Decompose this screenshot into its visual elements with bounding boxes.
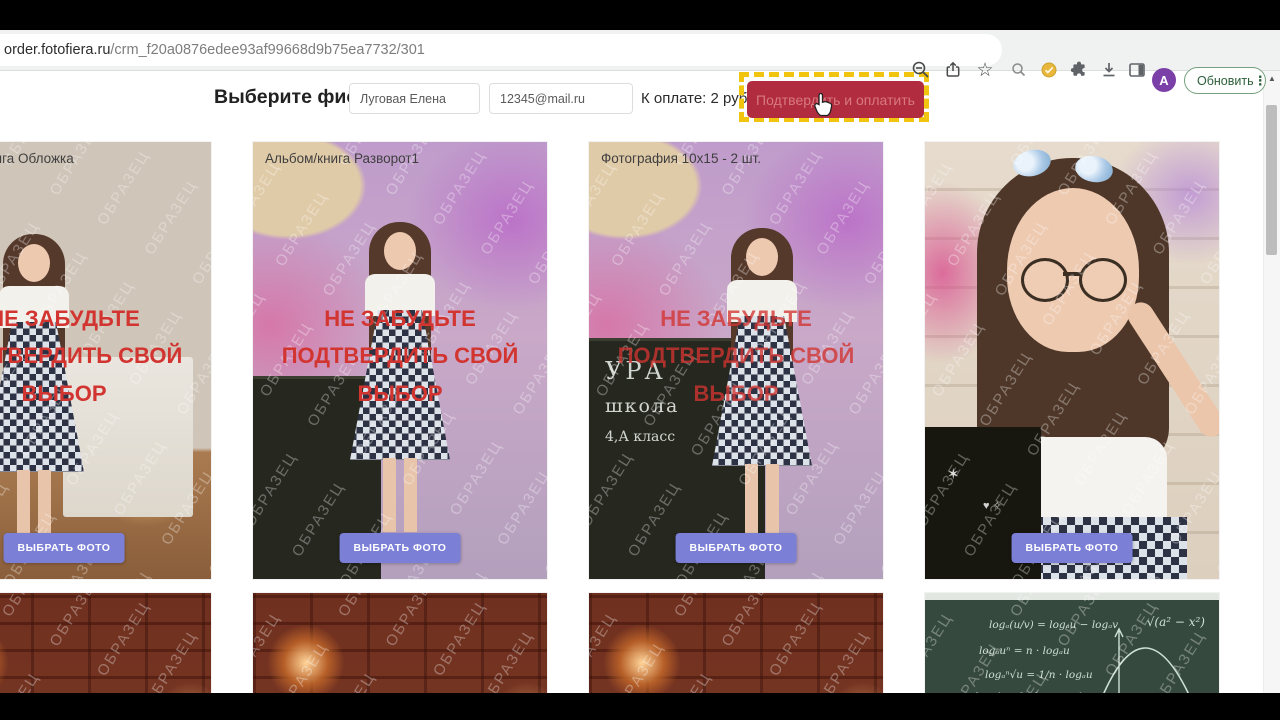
card-label: Альбом/книга Разворот1 xyxy=(265,151,419,166)
extensions-puzzle-icon[interactable] xyxy=(1068,59,1090,81)
watermark-overlay: ОБРАЗЕЦ ОБРАЗЕЦ ОБРАЗЕЦ ОБРАЗЕЦ ОБРАЗЕЦ … xyxy=(589,593,883,693)
letterbox-top xyxy=(0,0,1280,30)
select-photo-button[interactable]: ВЫБРАТЬ ФОТО xyxy=(340,533,461,563)
zoom-out-icon[interactable] xyxy=(910,59,932,81)
chalk-parabola xyxy=(1089,623,1209,693)
url-path: /crm_f20a0876edee93af99668d9b75ea7732/30… xyxy=(110,42,424,58)
letterbox-bottom xyxy=(0,693,1280,720)
photo-preview: ОБРАЗЕЦ ОБРАЗЕЦ ОБРАЗЕЦ ОБРАЗЕЦ ОБРАЗЕЦ … xyxy=(589,593,883,693)
bookmark-star-icon[interactable]: ☆ xyxy=(974,59,996,81)
choose-name-label: Выберите фио xyxy=(214,86,358,109)
select-photo-button[interactable]: ВЫБРАТЬ ФОТО xyxy=(1012,533,1133,563)
profile-avatar[interactable]: A xyxy=(1152,68,1176,92)
figure-part xyxy=(18,244,50,282)
figure-part xyxy=(384,232,416,270)
photo-preview: ✶ ♥ ✧ ОБРАЗЕЦ ОБРАЗЕЦ ОБРАЗЕЦ ОБРАЗЕЦ ОБ… xyxy=(925,142,1219,579)
watermark-overlay: ОБРАЗЕЦ ОБРАЗЕЦ ОБРАЗЕЦ ОБРАЗЕЦ ОБРАЗЕЦ … xyxy=(253,593,547,693)
refresh-button[interactable]: Обновить ⋮ xyxy=(1184,67,1266,94)
customer-name-input[interactable] xyxy=(349,83,480,114)
photo-card: ОБРАЗЕЦ ОБРАЗЕЦ ОБРАЗЕЦ ОБРАЗЕЦ ОБРАЗЕЦ … xyxy=(253,593,547,693)
glasses-lens xyxy=(1079,258,1127,302)
photo-card: ОБРАЗЕЦ ОБРАЗЕЦ ОБРАЗЕЦ ОБРАЗЕЦ ОБРАЗЕЦ … xyxy=(589,593,883,693)
warning-text: НЕ ЗАБУДЬТЕ ПОДТВЕРДИТЬ СВОЙ ВЫБОР xyxy=(274,300,527,412)
card-label: Альбом/книга Обложка xyxy=(0,151,74,166)
chalk-formula: logₐⁿ√u = 1/n · logₐu xyxy=(985,669,1093,681)
url-host: order.fotofiera.ru xyxy=(4,42,110,58)
photo-card-photo-10x15: УРА школа 4,А класс ОБРАЗЕЦ ОБРАЗЕЦ ОБРА… xyxy=(589,142,883,579)
confirm-and-pay-button[interactable]: Подтвердить и оплатить xyxy=(747,81,924,118)
warning-text: НЕ ЗАБУДЬТЕ ПОДТВЕРДИТЬ СВОЙ ВЫБОР xyxy=(610,300,863,412)
total-due-label: К оплате: 2 руб. xyxy=(641,90,752,107)
refresh-label: Обновить xyxy=(1197,74,1254,88)
scrollbar[interactable]: ▲ xyxy=(1263,70,1280,693)
select-photo-button[interactable]: ВЫБРАТЬ ФОТО xyxy=(4,533,125,563)
photo-card-portrait: ✶ ♥ ✧ ОБРАЗЕЦ ОБРАЗЕЦ ОБРАЗЕЦ ОБРАЗЕЦ ОБ… xyxy=(925,142,1219,579)
glasses-bridge xyxy=(1063,272,1081,276)
figure-part xyxy=(746,238,778,276)
url-text: order.fotofiera.ru/crm_f20a0876edee93af9… xyxy=(4,34,425,66)
screen: order.fotofiera.ru/crm_f20a0876edee93af9… xyxy=(0,0,1280,720)
refresh-menu-dots-icon[interactable]: ⋮ xyxy=(1254,73,1267,89)
select-photo-button[interactable]: ВЫБРАТЬ ФОТО xyxy=(676,533,797,563)
side-panel-icon[interactable] xyxy=(1126,59,1148,81)
glasses-lens xyxy=(1021,258,1069,302)
share-icon[interactable] xyxy=(942,59,964,81)
browser-toolbar: order.fotofiera.ru/crm_f20a0876edee93af9… xyxy=(0,30,1280,71)
chalk-formula: logₐuⁿ = n · logₐu xyxy=(979,645,1070,657)
photo-card-chalkboard: logₐ(u/v) = logₐu − logₐv logₐuⁿ = n · l… xyxy=(925,593,1219,693)
search-icon[interactable] xyxy=(1008,59,1030,81)
scrollbar-thumb[interactable] xyxy=(1266,105,1277,255)
watermark-overlay: ОБРАЗЕЦ ОБРАЗЕЦ ОБРАЗЕЦ ОБРАЗЕЦ ОБРАЗЕЦ … xyxy=(0,593,211,693)
address-bar[interactable]: order.fotofiera.ru/crm_f20a0876edee93af9… xyxy=(0,34,1002,66)
warning-text: НЕ ЗАБУДЬТЕ ПОДТВЕРДИТЬ СВОЙ ВЫБОР xyxy=(0,300,190,412)
photo-card-album-cover: ОБРАЗЕЦ ОБРАЗЕЦ ОБРАЗЕЦ ОБРАЗЕЦ ОБРАЗЕЦ … xyxy=(0,142,211,579)
downloads-icon[interactable] xyxy=(1098,59,1120,81)
page-content: Выберите фио К оплате: 2 руб. Подтвердит… xyxy=(0,70,1280,693)
card-label: Фотография 10x15 - 2 шт. xyxy=(601,151,761,166)
yellow-extension-icon[interactable] xyxy=(1038,59,1060,81)
photo-preview: ОБРАЗЕЦ ОБРАЗЕЦ ОБРАЗЕЦ ОБРАЗЕЦ ОБРАЗЕЦ … xyxy=(0,593,211,693)
photo-card: ОБРАЗЕЦ ОБРАЗЕЦ ОБРАЗЕЦ ОБРАЗЕЦ ОБРАЗЕЦ … xyxy=(0,593,211,693)
photo-preview: logₐ(u/v) = logₐu − logₐv logₐuⁿ = n · l… xyxy=(925,593,1219,693)
photo-card-album-spread: ОБРАЗЕЦ ОБРАЗЕЦ ОБРАЗЕЦ ОБРАЗЕЦ ОБРАЗЕЦ … xyxy=(253,142,547,579)
photo-preview: ОБРАЗЕЦ ОБРАЗЕЦ ОБРАЗЕЦ ОБРАЗЕЦ ОБРАЗЕЦ … xyxy=(253,593,547,693)
customer-email-input[interactable] xyxy=(489,83,633,114)
